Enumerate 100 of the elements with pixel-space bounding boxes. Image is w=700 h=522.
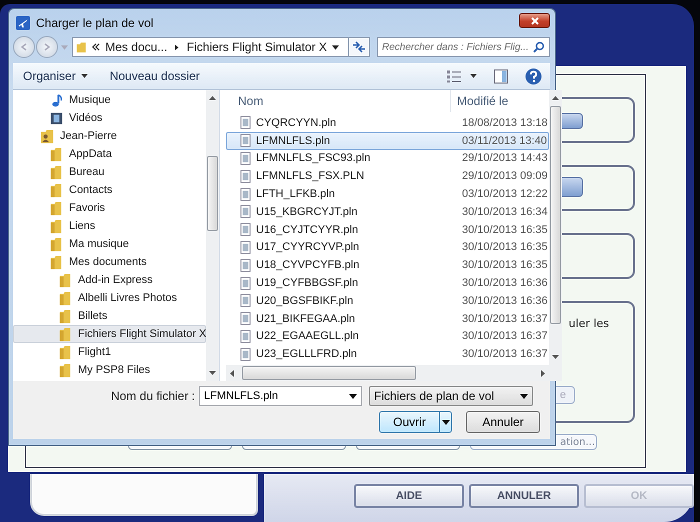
- file-icon: [240, 312, 251, 326]
- option-text: uler les: [568, 317, 609, 330]
- folder-icon: [58, 326, 73, 342]
- file-icon: [240, 258, 251, 272]
- file-icon: [240, 205, 251, 218]
- refresh-icon: [352, 41, 366, 53]
- chevron-icon: [92, 43, 100, 51]
- app-button[interactable]: ANNULER: [469, 484, 579, 508]
- scroll-up-icon[interactable]: [209, 96, 216, 100]
- file-row[interactable]: U16_CYJTCYYR.pln 30/10/2013 16:35: [226, 220, 549, 239]
- scroll-up-icon[interactable]: [552, 96, 559, 100]
- folder-icon: [49, 254, 64, 270]
- folder-icon: [49, 236, 64, 252]
- column-header[interactable]: Nom: [226, 90, 451, 112]
- scrollbar[interactable]: [206, 90, 219, 381]
- breadcrumb[interactable]: Fichiers Flight Simulator X: [186, 40, 327, 54]
- file-row[interactable]: U15_KBGRCYJT.pln 30/10/2013 16:34: [226, 202, 549, 221]
- scroll-left-icon[interactable]: [230, 370, 234, 376]
- filename-field[interactable]: LFMNLFLS.pln: [199, 386, 362, 406]
- file-row[interactable]: LFTH_LFKB.pln 03/10/2013 12:22: [226, 185, 549, 203]
- tree-item[interactable]: Fichiers Flight Simulator X: [13, 325, 206, 343]
- scroll-thumb[interactable]: [207, 156, 218, 231]
- file-icon: [240, 223, 251, 236]
- tree-item[interactable]: Billets: [13, 307, 206, 325]
- caret-icon[interactable]: [332, 44, 339, 50]
- view-list-icon[interactable]: [446, 68, 462, 84]
- file-row[interactable]: U23_EGLLLFRD.pln 30/10/2013 16:37: [226, 345, 549, 364]
- tree-item[interactable]: Bureau: [13, 163, 206, 181]
- file-row[interactable]: LFMNLFLS_FSX.PLN 29/10/2013 09:09: [226, 167, 549, 186]
- close-button[interactable]: [519, 13, 550, 28]
- help-icon[interactable]: [525, 68, 542, 84]
- breadcrumb[interactable]: Mes docu...: [105, 40, 168, 54]
- new-folder-button[interactable]: Nouveau dossier: [110, 69, 200, 83]
- tree-item[interactable]: Liens: [13, 217, 206, 235]
- filename-label: Nom du fichier :: [110, 389, 196, 403]
- file-row[interactable]: U21_BIKFEGAA.pln 30/10/2013 16:37: [226, 310, 549, 328]
- folder-icon: [49, 182, 64, 198]
- tree-item[interactable]: My PSP8 Files: [13, 361, 206, 379]
- file-icon: [240, 116, 251, 130]
- tree-item[interactable]: Musique: [13, 91, 206, 109]
- folder-icon: [49, 218, 64, 234]
- caret-icon: [520, 394, 528, 398]
- file-icon: [240, 330, 251, 343]
- tree-item[interactable]: Add-in Express: [13, 271, 206, 289]
- preview-pane-icon[interactable]: [493, 68, 509, 84]
- refresh-button[interactable]: [348, 38, 369, 56]
- scroll-down-icon[interactable]: [552, 355, 559, 359]
- tree-item[interactable]: AppData: [13, 145, 206, 163]
- search-icon[interactable]: [533, 41, 545, 53]
- scroll-down-icon[interactable]: [209, 371, 216, 375]
- file-icon: [240, 188, 251, 201]
- scrollbar[interactable]: [548, 90, 562, 381]
- file-row[interactable]: U19_CYFBBGSF.pln 30/10/2013 16:36: [226, 274, 549, 292]
- caret-icon[interactable]: [470, 74, 477, 78]
- tree-item[interactable]: Mes documents: [13, 253, 206, 271]
- file-row[interactable]: U20_BGSFBIKF.pln 30/10/2013 16:36: [226, 292, 549, 310]
- film-icon: [49, 110, 64, 126]
- tree-item[interactable]: Vidéos: [13, 109, 206, 127]
- folder-icon: [58, 344, 73, 360]
- column-header[interactable]: Modifié le: [451, 90, 508, 112]
- file-icon: [240, 348, 251, 361]
- file-icon: [240, 152, 251, 165]
- open-button[interactable]: Ouvrir: [379, 411, 452, 433]
- folder-icon: [49, 200, 64, 216]
- folder-icon: [49, 164, 64, 180]
- tree-item[interactable]: Albelli Livres Photos: [13, 289, 206, 307]
- app-button[interactable]: AIDE: [354, 484, 464, 508]
- file-row[interactable]: LFMNLFLS_FSC93.pln 29/10/2013 14:43: [226, 150, 549, 168]
- file-icon: [240, 170, 251, 183]
- folder-icon: [76, 40, 88, 54]
- folder-icon: [58, 272, 73, 288]
- file-icon: [240, 134, 251, 148]
- scroll-thumb[interactable]: [242, 366, 416, 380]
- file-row[interactable]: U18_CYVPCYFB.pln 30/10/2013 16:35: [226, 256, 549, 274]
- file-row[interactable]: CYQRCYYN.pln 18/08/2013 13:18: [226, 114, 549, 132]
- organize-menu[interactable]: Organiser: [23, 69, 88, 83]
- tree-item[interactable]: Flight1: [13, 343, 206, 361]
- caret-icon[interactable]: [349, 394, 357, 399]
- close-icon: [530, 16, 540, 26]
- file-icon: [240, 294, 251, 308]
- file-icon: [240, 240, 251, 254]
- scroll-thumb[interactable]: [550, 106, 561, 324]
- tree-item[interactable]: Contacts: [13, 181, 206, 199]
- file-row[interactable]: LFMNLFLS.pln 03/11/2013 13:40: [226, 132, 549, 150]
- file-icon: [240, 276, 251, 290]
- tree-item[interactable]: Jean-Pierre: [13, 127, 206, 145]
- address-bar[interactable]: Mes docu... Fichiers Flight Simulator X: [72, 37, 370, 57]
- caret-icon: [80, 74, 88, 78]
- file-row[interactable]: U22_EGAAEGLL.pln 30/10/2013 16:37: [226, 328, 549, 346]
- tree-item[interactable]: Favoris: [13, 199, 206, 217]
- search-field[interactable]: Rechercher dans : Fichiers Flig...: [377, 37, 550, 57]
- folder-icon: [58, 362, 73, 378]
- scrollbar[interactable]: [226, 365, 549, 381]
- scroll-right-icon[interactable]: [540, 370, 545, 376]
- folder-icon: [49, 146, 64, 162]
- separator-icon[interactable]: [175, 44, 179, 50]
- file-type-dropdown[interactable]: Fichiers de plan de vol: [369, 386, 533, 406]
- cancel-button[interactable]: Annuler: [466, 411, 540, 433]
- file-row[interactable]: U17_CYYRCYVP.pln 30/10/2013 16:35: [226, 238, 549, 256]
- tree-item[interactable]: Ma musique: [13, 235, 206, 253]
